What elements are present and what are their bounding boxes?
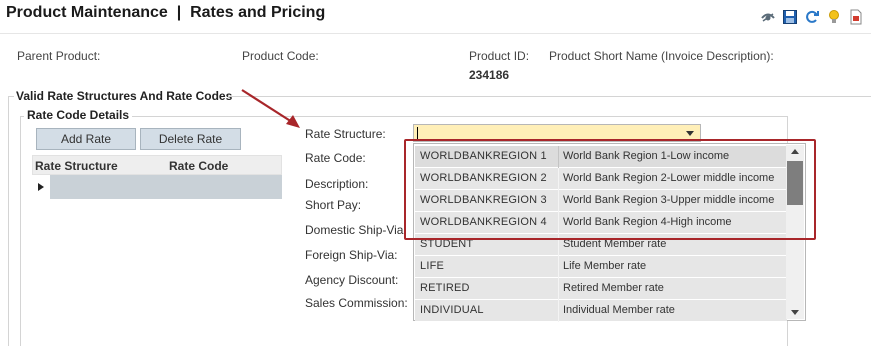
column-separator (558, 234, 559, 256)
option-name: Student Member rate (563, 238, 667, 250)
dropdown-option[interactable]: WORLDBANKREGION 2 World Bank Region 2-Lo… (415, 168, 787, 190)
column-separator (558, 168, 559, 190)
column-rate-code[interactable]: Rate Code (169, 159, 228, 173)
add-rate-button[interactable]: Add Rate (36, 128, 136, 150)
agency-discount-label: Agency Discount: (305, 273, 399, 287)
description-label: Description: (305, 177, 369, 191)
option-code: RETIRED (420, 282, 470, 294)
column-separator (558, 146, 559, 168)
option-name: World Bank Region 2-Lower middle income (563, 172, 775, 184)
option-name: Individual Member rate (563, 304, 675, 316)
pdf-export-icon[interactable] (847, 8, 865, 26)
rate-structure-dropdown[interactable]: WORLDBANKREGION 1 World Bank Region 1-Lo… (413, 143, 806, 322)
dropdown-option[interactable]: RETIRED Retired Member rate (415, 278, 787, 300)
option-code: LIFE (420, 260, 445, 272)
annotation-arrow-icon (241, 89, 300, 128)
refresh-icon[interactable] (803, 8, 821, 26)
column-separator (558, 300, 559, 322)
delete-rate-button[interactable]: Delete Rate (140, 128, 241, 150)
option-code: WORLDBANKREGION 1 (420, 150, 547, 162)
option-code: WORLDBANKREGION 2 (420, 172, 547, 184)
option-code: INDIVIDUAL (420, 304, 484, 316)
lightbulb-icon[interactable] (825, 8, 843, 26)
row-pointer-icon (38, 183, 44, 191)
parent-product-label: Parent Product: (17, 49, 101, 63)
save-icon[interactable] (781, 8, 799, 26)
section-border (8, 96, 9, 346)
column-separator (558, 190, 559, 212)
page-title: Product Maintenance | Rates and Pricing (6, 4, 326, 21)
dropdown-option[interactable]: WORLDBANKREGION 3 World Bank Region 3-Up… (415, 190, 787, 212)
column-separator (558, 278, 559, 300)
option-name: Retired Member rate (563, 282, 664, 294)
dropdown-option[interactable]: STUDENT Student Member rate (415, 234, 787, 256)
title-bar: Product Maintenance | Rates and Pricing (0, 0, 871, 34)
short-name-label: Product Short Name (Invoice Description)… (549, 49, 774, 63)
table-row[interactable] (32, 175, 282, 199)
rates-section-title: Valid Rate Structures And Rate Codes (16, 89, 233, 103)
rate-structure-label: Rate Structure: (305, 127, 386, 141)
scroll-down-icon[interactable] (791, 310, 799, 315)
option-name: Life Member rate (563, 260, 647, 272)
rates-grid-header: Rate Structure Rate Code (32, 155, 282, 175)
toolbar (759, 8, 865, 26)
dropdown-option[interactable]: WORLDBANKREGION 1 World Bank Region 1-Lo… (415, 146, 787, 168)
option-name: World Bank Region 3-Upper middle income (563, 194, 775, 206)
option-code: STUDENT (420, 238, 474, 250)
view-icon[interactable] (759, 8, 777, 26)
section-divider (228, 96, 871, 97)
product-code-label: Product Code: (242, 49, 319, 63)
column-separator (558, 212, 559, 234)
option-code: WORLDBANKREGION 4 (420, 216, 547, 228)
option-name: World Bank Region 4-High income (563, 216, 732, 228)
dropdown-option[interactable]: LIFE Life Member rate (415, 256, 787, 278)
chevron-down-icon[interactable] (686, 131, 694, 136)
option-code: WORLDBANKREGION 3 (420, 194, 547, 206)
scrollbar-thumb[interactable] (787, 161, 803, 205)
column-rate-structure[interactable]: Rate Structure (35, 159, 118, 173)
domestic-ship-via-label: Domestic Ship-Via: (305, 223, 407, 237)
scroll-up-icon[interactable] (791, 149, 799, 154)
rate-code-label: Rate Code: (305, 151, 366, 165)
text-caret (417, 127, 418, 139)
row-selector[interactable] (32, 175, 50, 199)
dropdown-option[interactable]: WORLDBANKREGION 4 World Bank Region 4-Hi… (415, 212, 787, 234)
product-id-value: 234186 (469, 68, 510, 82)
product-id-label: Product ID: (469, 49, 530, 63)
dropdown-option[interactable]: INDIVIDUAL Individual Member rate (415, 300, 787, 322)
short-pay-label: Short Pay: (305, 198, 362, 212)
sales-commission-label: Sales Commission: (305, 296, 408, 310)
column-separator (558, 256, 559, 278)
foreign-ship-via-label: Foreign Ship-Via: (305, 248, 398, 262)
rate-code-details-title: Rate Code Details (24, 108, 133, 122)
option-name: World Bank Region 1-Low income (563, 150, 730, 162)
rate-structure-select[interactable] (413, 124, 701, 142)
dropdown-scrollbar[interactable] (786, 145, 804, 319)
